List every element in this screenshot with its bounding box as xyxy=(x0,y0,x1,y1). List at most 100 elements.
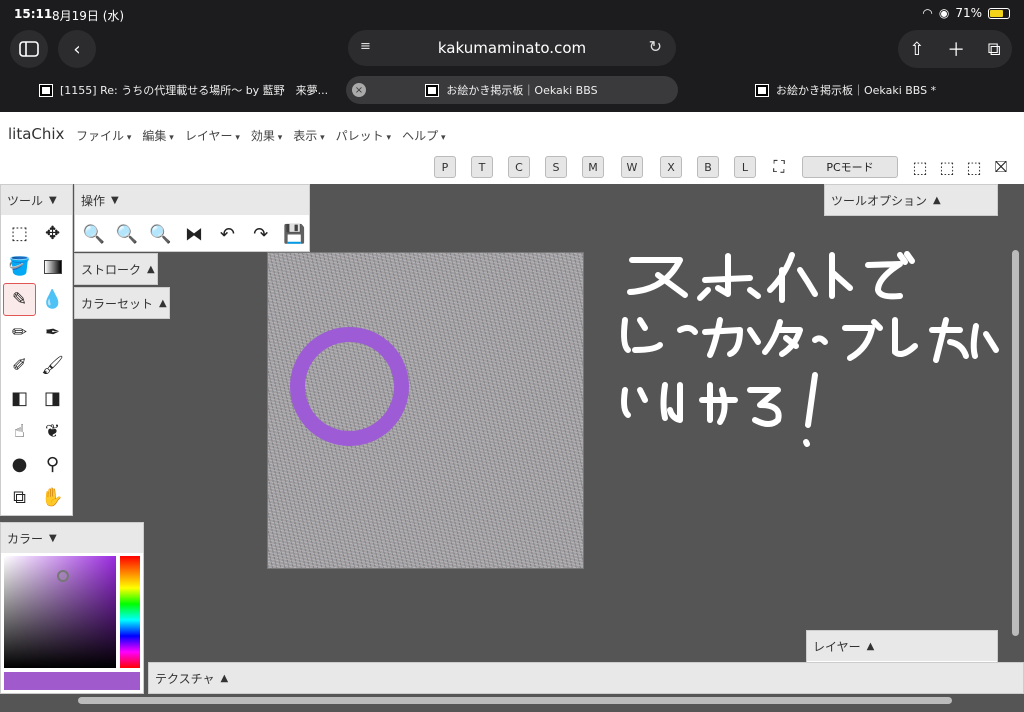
tools-panel: ツール ▼ ⬚ ✥ 🪣 ✎ 💧 ✏ ✒ ✐ 🖌 ◧ ◨ ☝ ❦ ● ⚲ ⧉ ✋ xyxy=(0,184,73,516)
rect-select-icon[interactable]: ⬚ xyxy=(3,217,36,250)
browser-actions: ⇧ ＋ ⧉ xyxy=(898,30,1012,68)
tab-1[interactable]: [1155] Re: うちの代理載せる場所〜 by 藍野 来夢... xyxy=(30,76,330,104)
blend-icon[interactable]: ❦ xyxy=(36,415,69,448)
airbrush-icon[interactable]: ✐ xyxy=(3,349,36,382)
colorset-panel[interactable]: カラーセット ▲ xyxy=(74,287,170,319)
menu-help[interactable]: ヘルプ xyxy=(402,127,445,144)
layer-panel[interactable]: レイヤー ▲ xyxy=(806,630,998,664)
pc-mode-button[interactable]: PCモード xyxy=(802,156,898,178)
page-menu-icon[interactable]: ≡ xyxy=(360,39,371,54)
reload-icon[interactable]: ↻ xyxy=(649,37,662,56)
tab-2[interactable]: × お絵かき掲示板｜Oekaki BBS xyxy=(346,76,678,104)
brush-icon[interactable]: 🖌 xyxy=(36,349,69,382)
current-color-swatch xyxy=(4,672,140,690)
fullscreen-icon[interactable]: ⛶ xyxy=(768,156,790,178)
shortcut-t-button[interactable]: T xyxy=(471,156,493,178)
menu-layer[interactable]: レイヤー xyxy=(185,127,240,144)
tool-options-panel[interactable]: ツールオプション ▲ xyxy=(824,184,998,216)
menu-effect[interactable]: 効果 xyxy=(251,127,282,144)
undo-icon[interactable]: ↶ xyxy=(213,218,242,250)
horizontal-scrollbar[interactable] xyxy=(78,697,952,704)
pen-icon[interactable]: ✒ xyxy=(36,316,69,349)
battery-percent: 71% xyxy=(955,6,982,20)
menu-list: ファイル 編集 レイヤー 効果 表示 パレット ヘルプ xyxy=(76,127,445,144)
chevron-down-icon: ▼ xyxy=(49,194,57,206)
address-bar[interactable]: ≡ kakumaminato.com ↻ xyxy=(348,30,676,66)
back-button[interactable]: ‹ xyxy=(58,30,96,68)
shortcut-x-button[interactable]: X xyxy=(660,156,682,178)
zoom-100-icon[interactable]: 🔍 xyxy=(146,218,175,250)
chevron-left-icon: ‹ xyxy=(73,38,81,60)
copy-icon[interactable]: ⧉ xyxy=(3,481,36,514)
browser-toolbar: ‹ ≡ kakumaminato.com ↻ ⇧ ＋ ⧉ xyxy=(0,28,1024,70)
gradient-icon[interactable] xyxy=(36,250,69,283)
shortcut-l-button[interactable]: L xyxy=(734,156,756,178)
tool-grid: ⬚ ✥ 🪣 ✎ 💧 ✏ ✒ ✐ 🖌 ◧ ◨ ☝ ❦ ● ⚲ ⧉ ✋ xyxy=(1,215,72,516)
tab-3[interactable]: お絵かき掲示板｜Oekaki BBS * xyxy=(755,76,996,104)
texture-panel-header[interactable]: テクスチャ ▲ xyxy=(149,663,1023,693)
move-icon[interactable]: ✥ xyxy=(36,217,69,250)
operations-panel-header[interactable]: 操作 ▼ xyxy=(75,185,309,215)
sidebar-toggle-button[interactable] xyxy=(10,30,48,68)
shortcut-m-button[interactable]: M xyxy=(582,156,604,178)
tool-options-header[interactable]: ツールオプション ▲ xyxy=(825,185,997,215)
vertical-scrollbar[interactable] xyxy=(1012,250,1019,636)
shortcut-s-button[interactable]: S xyxy=(545,156,567,178)
dodge-icon[interactable]: ⚲ xyxy=(36,448,69,481)
tabs-overview-icon[interactable]: ⧉ xyxy=(988,39,1001,60)
chevron-down-icon: ▼ xyxy=(111,194,119,206)
shortcut-b-button[interactable]: B xyxy=(697,156,719,178)
select-clear-icon[interactable]: ⬚ xyxy=(909,156,931,178)
stamp-icon[interactable]: ● xyxy=(3,448,36,481)
status-bar: 15:11 8月19日 (水) ◠ ◉ 71% xyxy=(0,0,1024,28)
menu-edit[interactable]: 編集 xyxy=(142,127,173,144)
menu-view[interactable]: 表示 xyxy=(293,127,324,144)
stroke-panel-header[interactable]: ストローク ▲ xyxy=(75,254,157,284)
zoom-in-icon[interactable]: 🔍 xyxy=(79,218,108,250)
picker-handle[interactable] xyxy=(57,570,69,582)
close-tab-icon[interactable]: × xyxy=(352,83,366,97)
drop-icon[interactable]: 💧 xyxy=(36,283,69,316)
redo-icon[interactable]: ↷ xyxy=(246,218,275,250)
sidebar-icon xyxy=(19,41,39,57)
new-tab-icon[interactable]: ＋ xyxy=(947,36,965,62)
drawing-canvas[interactable] xyxy=(267,252,584,569)
texture-panel[interactable]: テクスチャ ▲ xyxy=(148,662,1024,694)
tool-options-title: ツールオプション xyxy=(831,193,928,208)
pencil-icon[interactable]: ✏ xyxy=(3,316,36,349)
layer-panel-header[interactable]: レイヤー ▲ xyxy=(807,631,997,661)
select-all-icon[interactable]: ⬚ xyxy=(963,156,985,178)
bucket-icon[interactable]: 🪣 xyxy=(3,250,36,283)
tools-panel-header[interactable]: ツール ▼ xyxy=(1,185,72,215)
shortcut-w-button[interactable]: W xyxy=(621,156,643,178)
select-expand-icon[interactable]: ⬚ xyxy=(936,156,958,178)
eraser-icon[interactable]: ◧ xyxy=(3,382,36,415)
stroke-panel[interactable]: ストローク ▲ xyxy=(74,253,158,285)
hue-slider[interactable] xyxy=(120,556,140,668)
operations-panel-title: 操作 xyxy=(81,193,106,208)
menu-palette[interactable]: パレット xyxy=(336,127,391,144)
shortcut-p-button[interactable]: P xyxy=(434,156,456,178)
share-icon[interactable]: ⇧ xyxy=(909,39,924,60)
zoom-out-icon[interactable]: 🔍 xyxy=(112,218,141,250)
stroke-panel-title: ストローク xyxy=(81,262,142,277)
tab-title: お絵かき掲示板｜Oekaki BBS xyxy=(446,84,598,97)
color-panel-header[interactable]: カラー ▼ xyxy=(1,523,143,553)
menu-file[interactable]: ファイル xyxy=(76,127,131,144)
smudge-icon[interactable]: ☝ xyxy=(3,415,36,448)
eyedropper-icon[interactable]: ✎ xyxy=(3,283,36,316)
flip-icon[interactable]: ⧓ xyxy=(179,218,208,250)
shortcut-c-button[interactable]: C xyxy=(508,156,530,178)
shortcut-bar: P T C S M W X B L ⛶ PCモード ⬚ ⬚ ⬚ ⛝ xyxy=(0,152,1024,184)
battery-icon xyxy=(988,7,1010,19)
status-date: 8月19日 (水) xyxy=(52,9,125,23)
texture-panel-title: テクスチャ xyxy=(155,671,215,686)
soft-eraser-icon[interactable]: ◨ xyxy=(36,382,69,415)
select-deselect-icon[interactable]: ⛝ xyxy=(990,156,1012,178)
save-icon[interactable]: 💾 xyxy=(280,218,309,250)
app-logo: litaChix xyxy=(8,125,65,143)
colorset-panel-title: カラーセット xyxy=(81,296,154,311)
colorset-panel-header[interactable]: カラーセット ▲ xyxy=(75,288,169,318)
operations-toolbar: 🔍 🔍 🔍 ⧓ ↶ ↷ 💾 xyxy=(75,215,309,253)
hand-icon[interactable]: ✋ xyxy=(36,481,69,514)
